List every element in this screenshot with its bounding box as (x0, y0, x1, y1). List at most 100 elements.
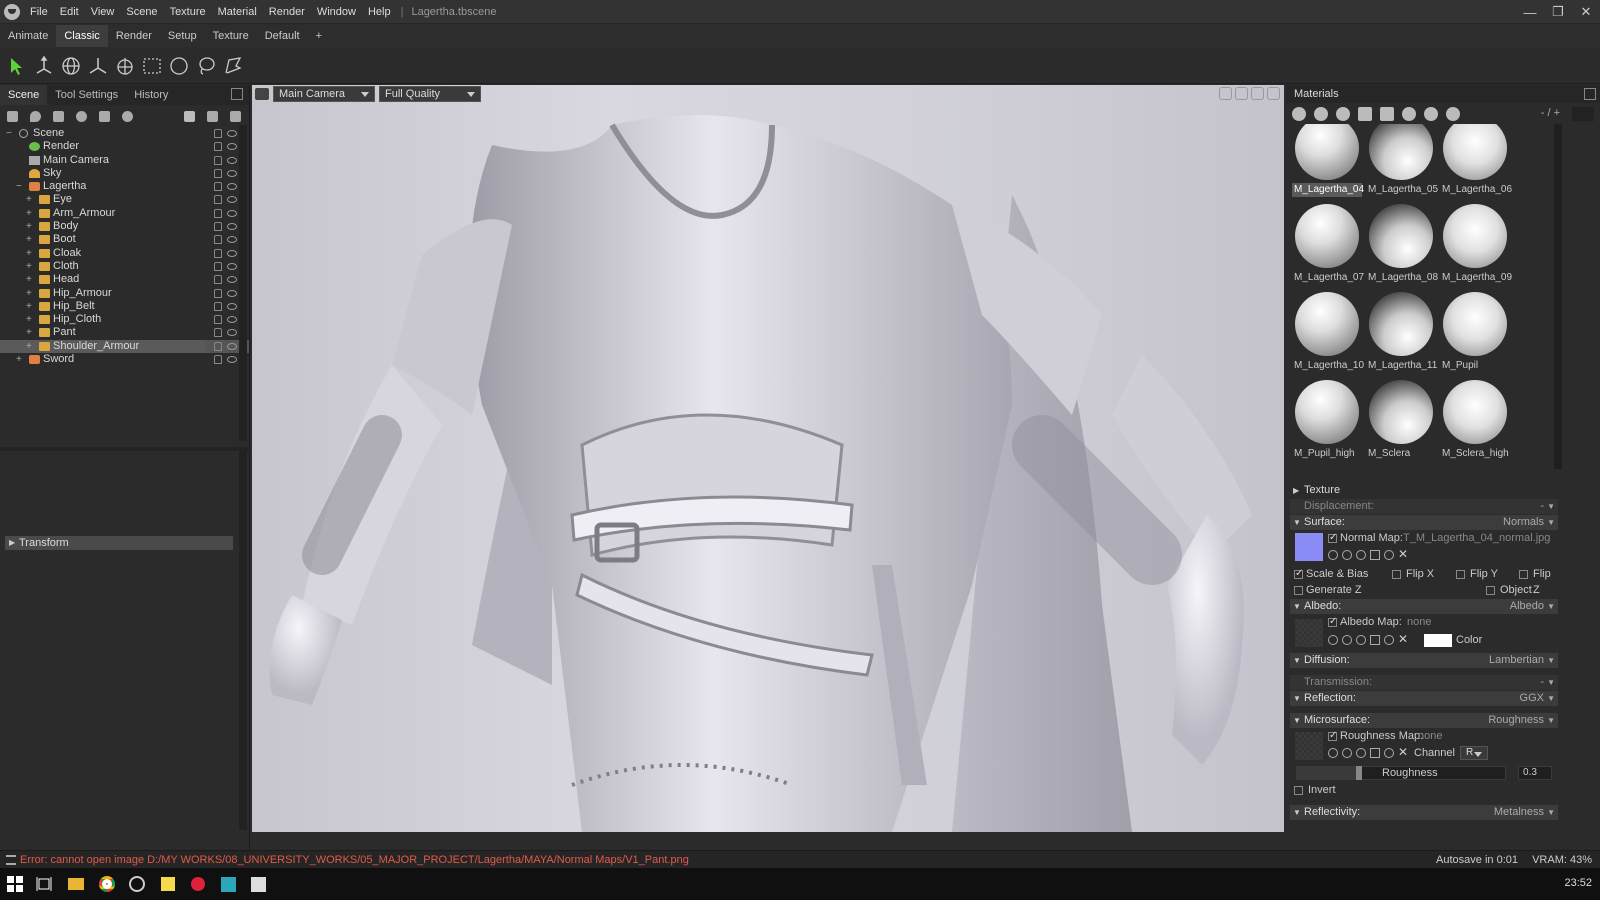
tree-item[interactable]: + Pant (0, 326, 249, 339)
generate-z-checkbox[interactable] (1294, 586, 1303, 595)
material-thumbnail[interactable]: M_Lagertha_07 (1292, 204, 1364, 290)
albedo-color-swatch[interactable] (1424, 634, 1452, 647)
lock-icon[interactable] (214, 208, 222, 218)
transform-icon[interactable] (31, 53, 57, 79)
lock-icon[interactable] (214, 248, 222, 258)
microsurface-section[interactable]: Microsurface:Roughness (1290, 713, 1558, 728)
toolbag-icon[interactable] (248, 874, 268, 894)
tab-history[interactable]: History (126, 85, 176, 105)
roughness-map-swatch[interactable] (1295, 732, 1323, 760)
folder-icon[interactable] (1358, 107, 1372, 121)
visibility-eye-icon[interactable] (227, 209, 237, 217)
scale-icon[interactable] (112, 53, 138, 79)
add-group-icon[interactable] (96, 108, 112, 124)
tree-item[interactable]: + Sword (0, 353, 249, 366)
clear-icon[interactable]: ✕ (1398, 631, 1408, 647)
material-thumbnail[interactable]: M_Lagertha_11 (1366, 292, 1437, 378)
normal-map-swatch[interactable] (1295, 533, 1323, 561)
assign-material-icon[interactable] (1402, 107, 1416, 121)
layer-icon[interactable] (1356, 748, 1366, 758)
tab-scene[interactable]: Scene (0, 85, 48, 105)
layer-icon[interactable] (1356, 635, 1366, 645)
popout-icon[interactable] (1584, 88, 1596, 100)
flip-z-checkbox[interactable] (1519, 570, 1528, 579)
expand-icon[interactable]: + (26, 193, 32, 206)
workspace-tab-render[interactable]: Render (108, 25, 160, 47)
tree-item[interactable]: − Lagertha (0, 180, 249, 193)
lock-icon[interactable] (214, 328, 222, 338)
displacement-section[interactable]: Displacement: - (1290, 499, 1558, 514)
reflection-section[interactable]: Reflection:GGX (1290, 691, 1558, 706)
flip-x-checkbox[interactable] (1392, 570, 1401, 579)
material-thumbnail[interactable]: M_Sclera_high (1440, 380, 1510, 466)
material-thumbnail[interactable]: M_Lagertha_08 (1366, 204, 1438, 290)
visibility-eye-icon[interactable] (227, 262, 237, 270)
menu-window[interactable]: Window (311, 0, 362, 24)
props-scrollbar[interactable] (239, 450, 247, 830)
viewport-pan-icon[interactable] (1235, 87, 1248, 100)
clear-icon[interactable]: ✕ (1398, 744, 1408, 760)
menu-edit[interactable]: Edit (54, 0, 85, 24)
select-by-material-icon[interactable] (1424, 107, 1438, 121)
pencil-icon[interactable] (1370, 748, 1380, 758)
menu-file[interactable]: File (24, 0, 54, 24)
reflection-mode-dropdown[interactable]: GGX (1520, 691, 1556, 706)
lock-icon[interactable] (214, 341, 222, 351)
tree-item[interactable]: + Hip_Cloth (0, 313, 249, 326)
normal-map-checkbox[interactable] (1328, 530, 1337, 546)
visibility-eye-icon[interactable] (227, 169, 237, 177)
menu-scene[interactable]: Scene (120, 0, 163, 24)
add-shader-icon[interactable] (119, 108, 135, 124)
visibility-eye-icon[interactable] (227, 302, 237, 310)
viewport-zoom-icon[interactable] (1251, 87, 1264, 100)
expand-icon[interactable]: + (26, 247, 32, 260)
roughness-map-checkbox[interactable] (1328, 728, 1337, 744)
tab-tool-settings[interactable]: Tool Settings (47, 85, 126, 105)
tree-item[interactable]: + Head (0, 273, 249, 286)
normal-map-file[interactable]: T_M_Lagertha_04_normal.jpg (1403, 530, 1550, 546)
transmission-section[interactable]: Transmission: - (1290, 675, 1558, 690)
record-icon[interactable] (188, 874, 208, 894)
quality-dropdown[interactable]: Full Quality (379, 86, 481, 102)
expand-icon[interactable]: + (26, 273, 32, 286)
viewport[interactable]: Main Camera Full Quality (252, 85, 1284, 832)
material-thumbnail[interactable]: M_Lagertha_09 (1440, 204, 1512, 290)
chrome-icon[interactable] (97, 874, 117, 894)
lock-icon[interactable] (214, 261, 222, 271)
lock-icon[interactable] (214, 195, 222, 205)
delete-icon[interactable] (227, 108, 243, 124)
microsurface-mode-dropdown[interactable]: Roughness (1488, 713, 1554, 728)
expand-icon[interactable]: + (16, 353, 22, 366)
rotate-globe-icon[interactable] (58, 53, 84, 79)
file-explorer-icon[interactable] (66, 874, 86, 894)
tree-item[interactable]: + Shoulder_Armour (0, 339, 249, 354)
material-thumbnail[interactable]: M_Pupil (1440, 292, 1510, 378)
settings-icon[interactable] (1328, 550, 1338, 560)
material-thumbnail[interactable]: M_Lagertha_06 (1440, 124, 1512, 202)
visibility-eye-icon[interactable] (227, 289, 237, 297)
roughness-map-file[interactable]: none (1418, 728, 1442, 744)
materials-scrollbar[interactable] (1554, 124, 1562, 469)
lock-icon[interactable] (214, 182, 222, 192)
tree-item[interactable]: + Eye (0, 193, 249, 206)
diffusion-mode-dropdown[interactable]: Lambertian (1489, 653, 1555, 668)
workspace-tab-setup[interactable]: Setup (160, 25, 205, 47)
expand-icon[interactable]: + (26, 313, 32, 326)
menu-help[interactable]: Help (362, 0, 397, 24)
layer-icon[interactable] (1356, 550, 1366, 560)
tree-item[interactable]: Main Camera (0, 154, 249, 167)
lock-icon[interactable] (214, 155, 222, 165)
tree-item[interactable]: + Cloth (0, 260, 249, 273)
viewport-maximize-icon[interactable] (1267, 87, 1280, 100)
add-sky-icon[interactable] (73, 108, 89, 124)
restore-icon[interactable]: ❐ (1544, 0, 1572, 24)
visibility-eye-icon[interactable] (227, 196, 237, 204)
material-filter-field[interactable] (1572, 107, 1594, 121)
axis-icon[interactable] (85, 53, 111, 79)
settings-icon[interactable] (1328, 635, 1338, 645)
visibility-eye-icon[interactable] (227, 143, 237, 151)
lock-icon[interactable] (214, 142, 222, 152)
channel-dropdown[interactable]: R (1460, 746, 1488, 760)
material-thumbnail[interactable]: M_Lagertha_10 (1292, 292, 1364, 378)
object-space-checkbox[interactable] (1486, 586, 1495, 595)
